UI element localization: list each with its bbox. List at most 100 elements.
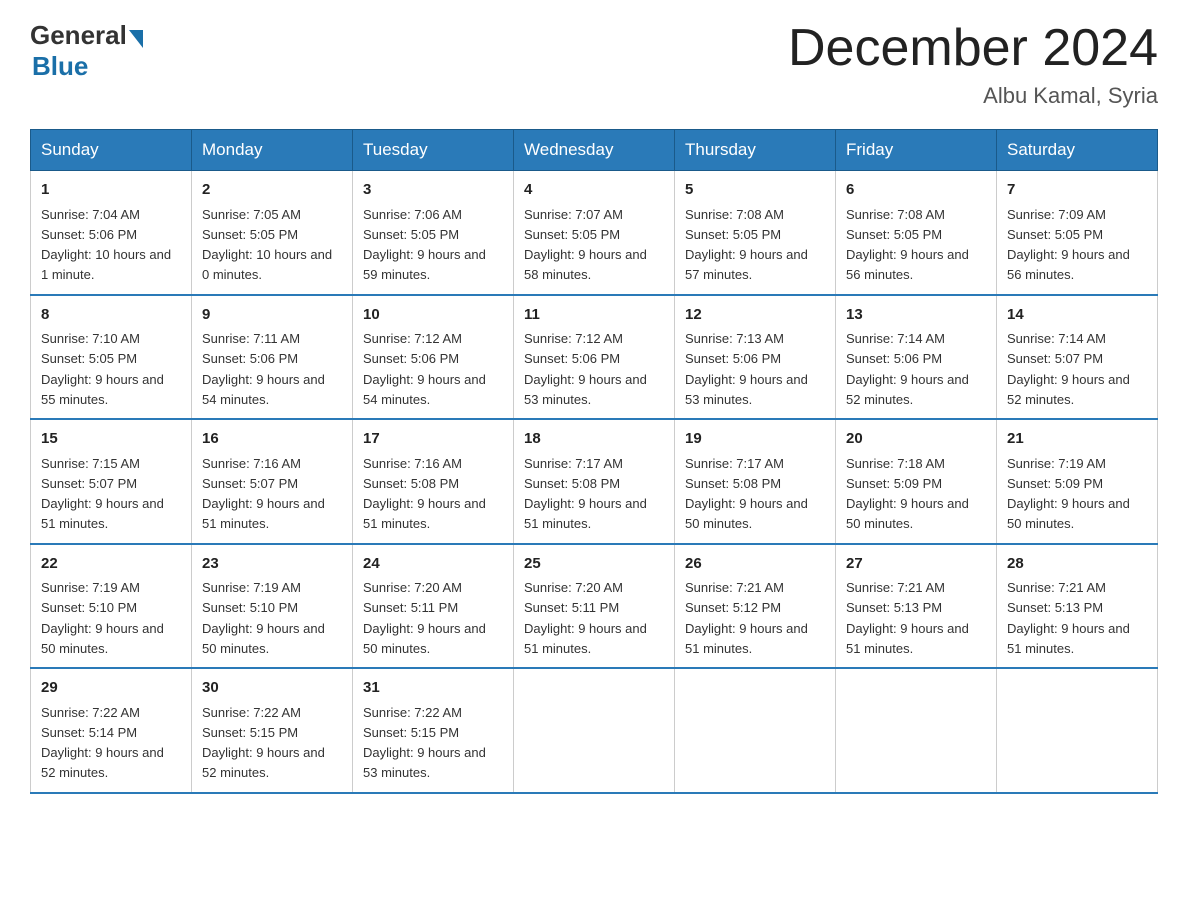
header-friday: Friday xyxy=(836,130,997,171)
calendar-cell: 21 Sunrise: 7:19 AMSunset: 5:09 PMDayligh… xyxy=(997,419,1158,544)
calendar-week-4: 22 Sunrise: 7:19 AMSunset: 5:10 PMDayligh… xyxy=(31,544,1158,669)
calendar-week-3: 15 Sunrise: 7:15 AMSunset: 5:07 PMDayligh… xyxy=(31,419,1158,544)
calendar-cell: 29Sunrise: 7:22 AMSunset: 5:14 PMDayligh… xyxy=(31,668,192,793)
calendar-header: SundayMondayTuesdayWednesdayThursdayFrid… xyxy=(31,130,1158,171)
day-number: 21 xyxy=(1007,428,1147,451)
calendar-cell: 5 Sunrise: 7:08 AMSunset: 5:05 PMDaylight… xyxy=(675,171,836,295)
logo-arrow-icon xyxy=(129,30,143,48)
calendar-cell: 16Sunrise: 7:16 AMSunset: 5:07 PMDayligh… xyxy=(192,419,353,544)
day-number: 7 xyxy=(1007,179,1147,202)
calendar-cell xyxy=(675,668,836,793)
logo: General Blue xyxy=(30,20,143,82)
calendar-table: SundayMondayTuesdayWednesdayThursdayFrid… xyxy=(30,129,1158,794)
calendar-cell xyxy=(997,668,1158,793)
day-info: Sunrise: 7:20 AMSunset: 5:11 PMDaylight:… xyxy=(524,580,647,656)
header-saturday: Saturday xyxy=(997,130,1158,171)
day-number: 27 xyxy=(846,553,986,576)
calendar-cell: 8 Sunrise: 7:10 AMSunset: 5:05 PMDaylight… xyxy=(31,295,192,420)
day-number: 11 xyxy=(524,304,664,327)
day-info: Sunrise: 7:09 AMSunset: 5:05 PMDaylight:… xyxy=(1007,207,1130,283)
day-info: Sunrise: 7:19 AMSunset: 5:09 PMDaylight:… xyxy=(1007,456,1130,532)
calendar-cell: 25Sunrise: 7:20 AMSunset: 5:11 PMDayligh… xyxy=(514,544,675,669)
day-number: 3 xyxy=(363,179,503,202)
day-number: 12 xyxy=(685,304,825,327)
day-info: Sunrise: 7:08 AMSunset: 5:05 PMDaylight:… xyxy=(685,207,808,283)
day-info: Sunrise: 7:22 AMSunset: 5:15 PMDaylight:… xyxy=(202,705,325,781)
calendar-cell: 1 Sunrise: 7:04 AMSunset: 5:06 PMDaylight… xyxy=(31,171,192,295)
calendar-cell: 4Sunrise: 7:07 AMSunset: 5:05 PMDaylight… xyxy=(514,171,675,295)
day-info: Sunrise: 7:21 AMSunset: 5:13 PMDaylight:… xyxy=(1007,580,1130,656)
day-number: 26 xyxy=(685,553,825,576)
calendar-cell: 18 Sunrise: 7:17 AMSunset: 5:08 PMDayligh… xyxy=(514,419,675,544)
day-info: Sunrise: 7:15 AMSunset: 5:07 PMDaylight:… xyxy=(41,456,164,532)
header-sunday: Sunday xyxy=(31,130,192,171)
calendar-title: December 2024 xyxy=(788,20,1158,77)
calendar-cell: 13 Sunrise: 7:14 AMSunset: 5:06 PMDayligh… xyxy=(836,295,997,420)
header-wednesday: Wednesday xyxy=(514,130,675,171)
day-number: 20 xyxy=(846,428,986,451)
calendar-cell xyxy=(836,668,997,793)
calendar-cell: 28 Sunrise: 7:21 AMSunset: 5:13 PMDayligh… xyxy=(997,544,1158,669)
day-number: 31 xyxy=(363,677,503,700)
day-number: 2 xyxy=(202,179,342,202)
day-info: Sunrise: 7:19 AMSunset: 5:10 PMDaylight:… xyxy=(202,580,325,656)
day-number: 4 xyxy=(524,179,664,202)
day-info: Sunrise: 7:10 AMSunset: 5:05 PMDaylight:… xyxy=(41,331,164,407)
day-number: 1 xyxy=(41,179,181,202)
day-number: 9 xyxy=(202,304,342,327)
calendar-cell: 19 Sunrise: 7:17 AMSunset: 5:08 PMDayligh… xyxy=(675,419,836,544)
calendar-week-1: 1 Sunrise: 7:04 AMSunset: 5:06 PMDaylight… xyxy=(31,171,1158,295)
day-info: Sunrise: 7:22 AMSunset: 5:15 PMDaylight:… xyxy=(363,705,486,781)
day-info: Sunrise: 7:08 AMSunset: 5:05 PMDaylight:… xyxy=(846,207,969,283)
day-number: 5 xyxy=(685,179,825,202)
day-number: 28 xyxy=(1007,553,1147,576)
calendar-cell: 24 Sunrise: 7:20 AMSunset: 5:11 PMDayligh… xyxy=(353,544,514,669)
calendar-cell xyxy=(514,668,675,793)
day-number: 10 xyxy=(363,304,503,327)
day-info: Sunrise: 7:17 AMSunset: 5:08 PMDaylight:… xyxy=(685,456,808,532)
day-info: Sunrise: 7:04 AMSunset: 5:06 PMDaylight:… xyxy=(41,207,171,283)
header-monday: Monday xyxy=(192,130,353,171)
day-info: Sunrise: 7:13 AMSunset: 5:06 PMDaylight:… xyxy=(685,331,808,407)
day-number: 23 xyxy=(202,553,342,576)
day-info: Sunrise: 7:05 AMSunset: 5:05 PMDaylight:… xyxy=(202,207,332,283)
calendar-week-5: 29Sunrise: 7:22 AMSunset: 5:14 PMDayligh… xyxy=(31,668,1158,793)
day-number: 14 xyxy=(1007,304,1147,327)
day-info: Sunrise: 7:16 AMSunset: 5:07 PMDaylight:… xyxy=(202,456,325,532)
day-number: 18 xyxy=(524,428,664,451)
day-number: 30 xyxy=(202,677,342,700)
day-number: 19 xyxy=(685,428,825,451)
day-number: 8 xyxy=(41,304,181,327)
day-number: 15 xyxy=(41,428,181,451)
calendar-cell: 2 Sunrise: 7:05 AMSunset: 5:05 PMDaylight… xyxy=(192,171,353,295)
day-info: Sunrise: 7:22 AMSunset: 5:14 PMDaylight:… xyxy=(41,705,164,781)
day-number: 13 xyxy=(846,304,986,327)
day-info: Sunrise: 7:14 AMSunset: 5:06 PMDaylight:… xyxy=(846,331,969,407)
calendar-cell: 6Sunrise: 7:08 AMSunset: 5:05 PMDaylight… xyxy=(836,171,997,295)
calendar-cell: 12 Sunrise: 7:13 AMSunset: 5:06 PMDayligh… xyxy=(675,295,836,420)
calendar-cell: 26 Sunrise: 7:21 AMSunset: 5:12 PMDayligh… xyxy=(675,544,836,669)
day-info: Sunrise: 7:20 AMSunset: 5:11 PMDaylight:… xyxy=(363,580,486,656)
day-info: Sunrise: 7:17 AMSunset: 5:08 PMDaylight:… xyxy=(524,456,647,532)
day-info: Sunrise: 7:14 AMSunset: 5:07 PMDaylight:… xyxy=(1007,331,1130,407)
calendar-cell: 31 Sunrise: 7:22 AMSunset: 5:15 PMDayligh… xyxy=(353,668,514,793)
day-info: Sunrise: 7:19 AMSunset: 5:10 PMDaylight:… xyxy=(41,580,164,656)
day-number: 22 xyxy=(41,553,181,576)
header-tuesday: Tuesday xyxy=(353,130,514,171)
calendar-cell: 7 Sunrise: 7:09 AMSunset: 5:05 PMDaylight… xyxy=(997,171,1158,295)
day-info: Sunrise: 7:12 AMSunset: 5:06 PMDaylight:… xyxy=(363,331,486,407)
calendar-cell: 3Sunrise: 7:06 AMSunset: 5:05 PMDaylight… xyxy=(353,171,514,295)
calendar-cell: 15 Sunrise: 7:15 AMSunset: 5:07 PMDayligh… xyxy=(31,419,192,544)
day-info: Sunrise: 7:12 AMSunset: 5:06 PMDaylight:… xyxy=(524,331,647,407)
calendar-cell: 17Sunrise: 7:16 AMSunset: 5:08 PMDayligh… xyxy=(353,419,514,544)
calendar-cell: 14 Sunrise: 7:14 AMSunset: 5:07 PMDayligh… xyxy=(997,295,1158,420)
calendar-cell: 23 Sunrise: 7:19 AMSunset: 5:10 PMDayligh… xyxy=(192,544,353,669)
day-info: Sunrise: 7:21 AMSunset: 5:12 PMDaylight:… xyxy=(685,580,808,656)
day-info: Sunrise: 7:11 AMSunset: 5:06 PMDaylight:… xyxy=(202,331,325,407)
day-number: 24 xyxy=(363,553,503,576)
calendar-cell: 11 Sunrise: 7:12 AMSunset: 5:06 PMDayligh… xyxy=(514,295,675,420)
calendar-cell: 30 Sunrise: 7:22 AMSunset: 5:15 PMDayligh… xyxy=(192,668,353,793)
calendar-cell: 27Sunrise: 7:21 AMSunset: 5:13 PMDayligh… xyxy=(836,544,997,669)
calendar-cell: 9 Sunrise: 7:11 AMSunset: 5:06 PMDaylight… xyxy=(192,295,353,420)
title-section: December 2024 Albu Kamal, Syria xyxy=(788,20,1158,109)
